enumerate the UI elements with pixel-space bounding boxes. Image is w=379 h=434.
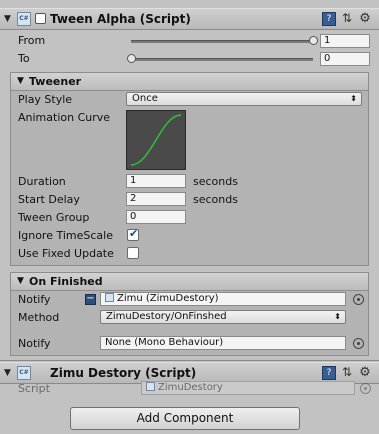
from-slider-thumb[interactable] <box>308 36 318 45</box>
tweener-section-header[interactable]: ▼ Tweener <box>11 73 368 91</box>
enable-checkbox[interactable] <box>35 13 46 24</box>
on-finished-section-header[interactable]: ▼ On Finished <box>11 273 368 291</box>
help-icon[interactable]: ? <box>322 12 336 26</box>
help-icon[interactable]: ? <box>322 366 336 380</box>
notify2-object-field[interactable]: None (Mono Behaviour) <box>100 336 346 350</box>
gear-icon[interactable]: ⚙ <box>358 366 372 380</box>
duration-label: Duration <box>18 175 66 188</box>
method-dropdown[interactable]: ZimuDestory/OnFinshed ⬍ <box>100 310 346 324</box>
to-slider-thumb[interactable] <box>126 54 136 63</box>
animation-curve-field[interactable] <box>126 110 186 170</box>
tween-group-label: Tween Group <box>18 211 90 224</box>
preset-icon[interactable]: ⇅ <box>340 12 354 26</box>
ignore-timescale-checkbox[interactable]: ✔ <box>127 227 139 241</box>
object-picker-icon <box>360 383 371 394</box>
to-value-field[interactable]: 0 <box>320 52 370 66</box>
checkmark-icon: ✔ <box>129 227 139 240</box>
from-value-field[interactable]: 1 <box>320 34 370 48</box>
method-label: Method <box>18 311 60 324</box>
script-icon <box>146 382 155 391</box>
use-fixed-update-label: Use Fixed Update <box>18 247 114 260</box>
start-delay-unit: seconds <box>193 193 238 206</box>
script-icon: C# <box>17 12 31 26</box>
tweener-foldout-icon[interactable]: ▼ <box>17 76 24 86</box>
play-style-dropdown[interactable]: Once ⬍ <box>126 92 362 106</box>
tween-alpha-header[interactable]: ▼ C# Tween Alpha (Script) ? ⇅ ⚙ <box>0 8 379 30</box>
duration-field[interactable]: 1 <box>126 174 186 188</box>
start-delay-field[interactable]: 2 <box>126 192 186 206</box>
notify2-label: Notify <box>18 337 51 350</box>
notify-label: Notify <box>18 293 51 306</box>
object-picker-icon[interactable] <box>353 294 364 305</box>
tweener-title: Tweener <box>29 75 82 88</box>
ignore-timescale-label: Ignore TimeScale <box>18 229 113 242</box>
dropdown-arrows-icon: ⬍ <box>334 312 341 321</box>
on-finished-foldout-icon[interactable]: ▼ <box>17 276 24 286</box>
animation-curve-line <box>130 114 182 166</box>
to-label: To <box>18 52 30 65</box>
start-delay-label: Start Delay <box>18 193 80 206</box>
from-label: From <box>18 34 46 47</box>
play-style-label: Play Style <box>18 93 73 106</box>
gear-icon[interactable]: ⚙ <box>358 12 372 26</box>
script-label: Script <box>18 382 50 395</box>
duration-unit: seconds <box>193 175 238 188</box>
on-finished-title: On Finished <box>29 275 103 288</box>
object-picker-icon[interactable] <box>353 338 364 349</box>
animation-curve-label: Animation Curve <box>18 111 111 124</box>
to-slider-track[interactable] <box>131 58 313 61</box>
play-style-value: Once <box>132 93 158 104</box>
component-title: Tween Alpha (Script) <box>50 12 191 26</box>
script-icon: C# <box>17 366 31 380</box>
script-object-field: ZimuDestory <box>141 381 355 395</box>
component-title: Zimu Destory (Script) <box>50 366 197 380</box>
inspector-panel: ▼ C# Tween Alpha (Script) ? ⇅ ⚙ From 1 T… <box>0 0 379 434</box>
script-object-value: ZimuDestory <box>158 382 223 393</box>
script-icon <box>105 293 114 302</box>
use-fixed-update-checkbox[interactable] <box>127 247 139 259</box>
component-divider <box>0 360 379 361</box>
foldout-arrow-icon[interactable]: ▼ <box>4 368 11 378</box>
add-component-button[interactable]: Add Component <box>70 407 300 430</box>
notify-object-field[interactable]: Zimu (ZimuDestory) <box>100 292 346 306</box>
animation-curve-graph <box>130 114 182 166</box>
tween-group-field[interactable]: 0 <box>126 210 186 224</box>
notify-object-value: Zimu (ZimuDestory) <box>117 293 219 304</box>
method-value: ZimuDestory/OnFinshed <box>106 311 227 322</box>
from-slider-track[interactable] <box>131 40 313 43</box>
dropdown-arrows-icon: ⬍ <box>350 94 357 103</box>
remove-notify-button[interactable]: − <box>85 294 96 305</box>
foldout-arrow-icon[interactable]: ▼ <box>4 14 11 24</box>
preset-icon[interactable]: ⇅ <box>340 366 354 380</box>
